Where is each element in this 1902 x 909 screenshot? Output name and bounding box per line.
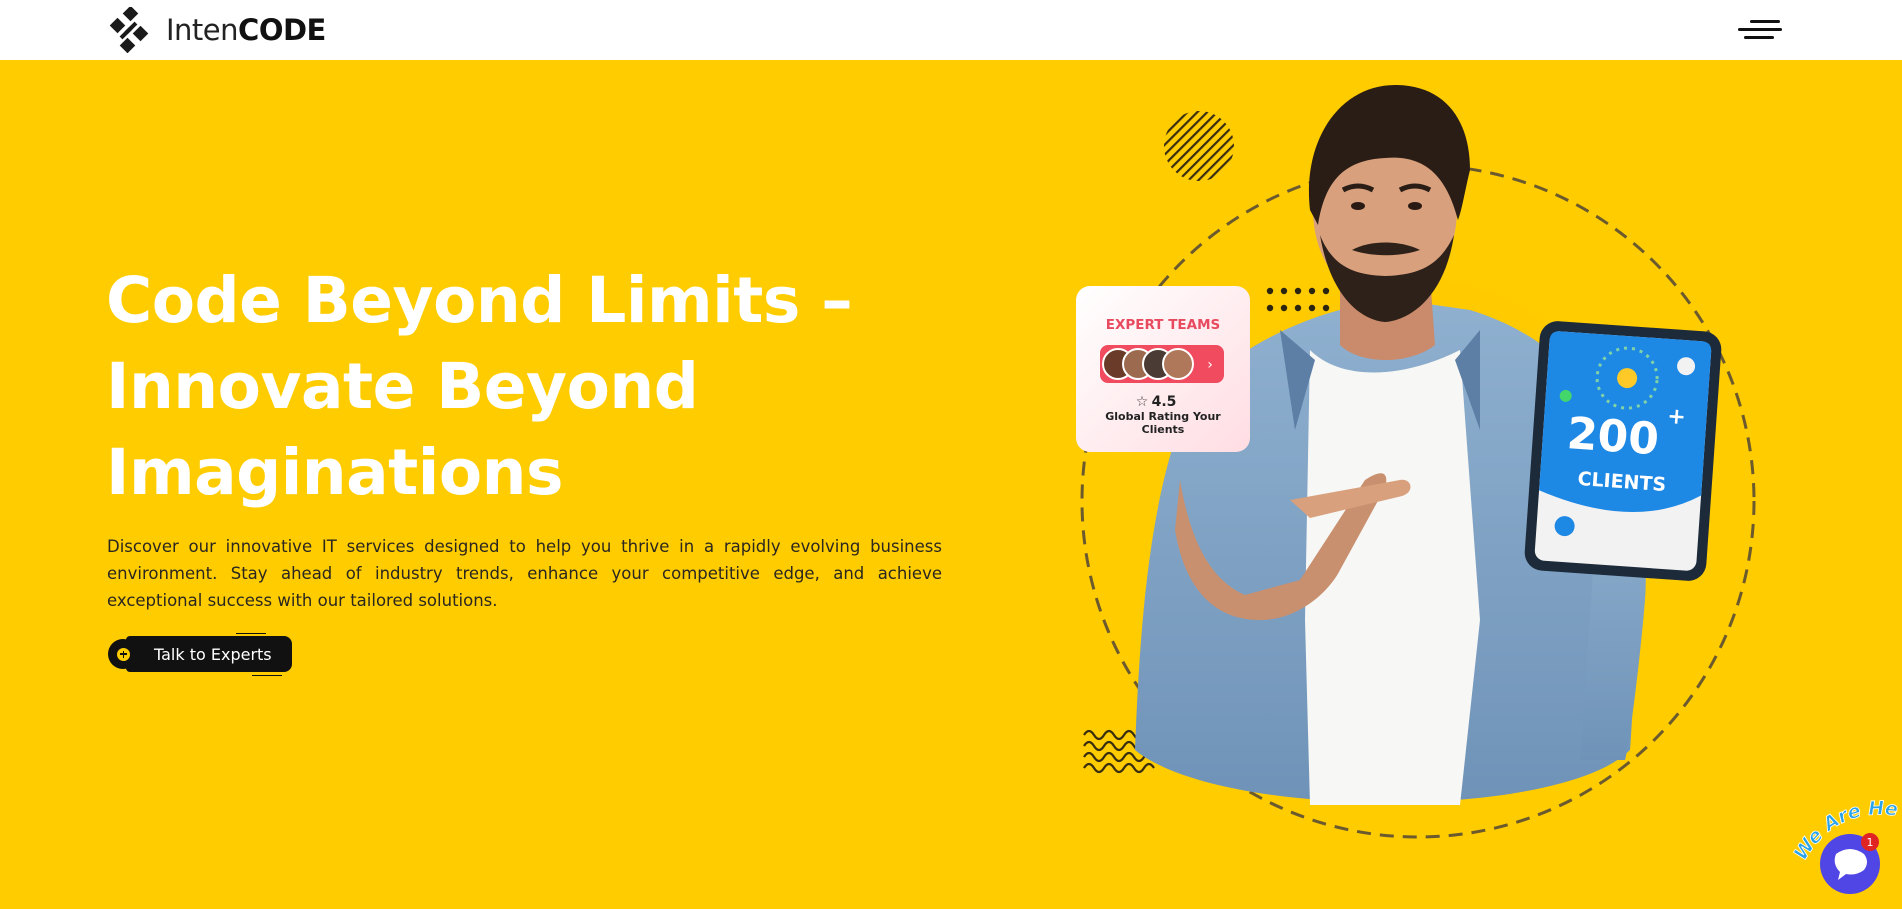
hero-headline-line-3: Imaginations [106,436,564,509]
hero-visual: 200 + CLIENTS EXPERT TEAMS › ☆ 4.5 Globa… [1040,60,1840,909]
cta-decor-line-top [236,633,266,634]
hero-description: Discover our innovative IT services desi… [107,537,942,610]
intencode-logo-icon [109,7,149,53]
cta-decor-line-bottom [252,675,282,676]
tablet-clients-number: 200 [1565,408,1660,465]
hamburger-menu-icon[interactable] [1736,16,1784,44]
chevron-right-icon[interactable]: › [1207,357,1213,373]
plus-circle-icon [108,639,138,669]
talk-to-experts-button[interactable]: Talk to Experts [108,633,292,676]
talk-to-experts-label: Talk to Experts [126,636,292,672]
chat-widget[interactable]: We Are Here! 1 [1779,779,1902,909]
hero-illustration: 200 + CLIENTS EXPERT TEAMS › ☆ 4.5 Globa… [1076,85,1756,839]
hero-headline: Code Beyond Limits – Innovate Beyond Ima… [106,258,866,516]
tablet-clients-plus: + [1666,404,1686,430]
rating-value: 4.5 [1152,394,1177,410]
hero-headline-line-1: Code Beyond Limits – [106,264,853,337]
hatched-circle-decor [1164,111,1234,181]
brand-name-light: Inten [166,13,239,47]
clients-tablet: 200 + CLIENTS [1524,321,1722,581]
expert-teams-card: EXPERT TEAMS › ☆ 4.5 Global Rating Your … [1076,286,1250,452]
star-icon: ☆ [1136,394,1149,410]
rating-caption: Global Rating Your Clients [1105,410,1221,436]
brand-name-bold: CODE [238,13,326,47]
expert-teams-title: EXPERT TEAMS [1106,317,1220,333]
hero-headline-line-2: Innovate Beyond [106,350,699,423]
brand-logo[interactable]: IntenCODE [106,7,326,53]
we-are-here-badge: We Are Here! 1 [1779,779,1899,894]
unread-count: 1 [1867,836,1874,849]
brand-name: IntenCODE [166,13,326,47]
cta-text: Talk to Experts [154,644,272,664]
top-navbar: IntenCODE [0,0,1902,60]
